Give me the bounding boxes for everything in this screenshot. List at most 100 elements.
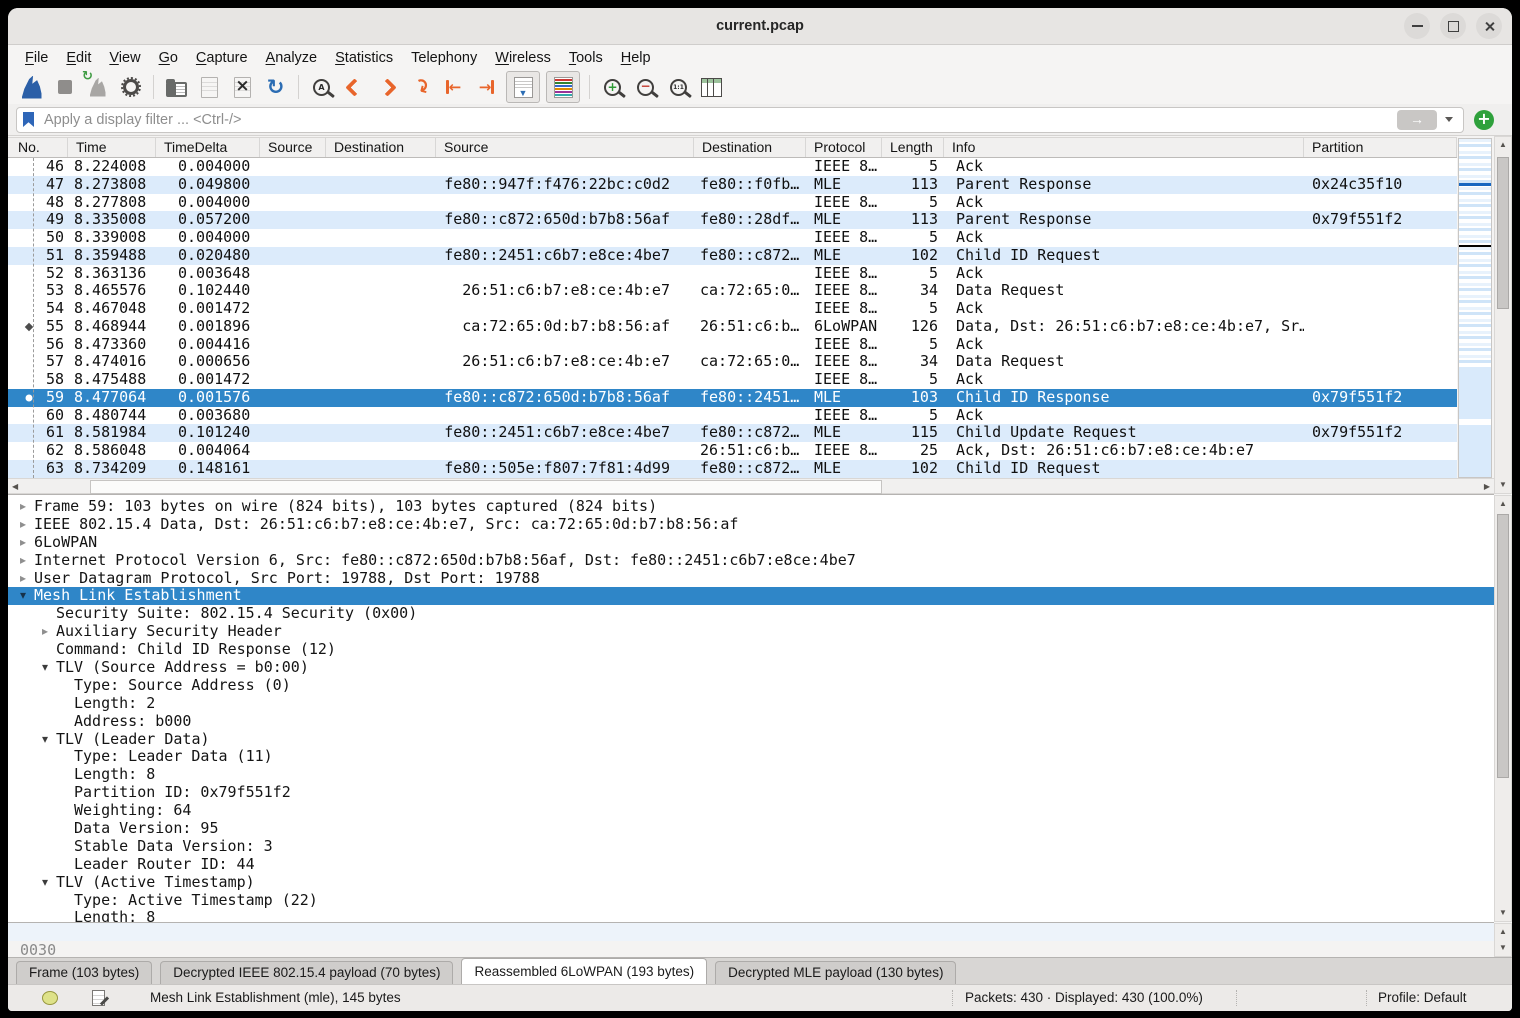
packet-list-hscrollbar[interactable]: ◀ ▶ [8, 478, 1494, 494]
packet-row-51[interactable]: 518.3594880.020480fe80::2451:c6b7:e8ce:4… [8, 247, 1457, 265]
menu-statistics[interactable]: Statistics [326, 48, 402, 68]
expand-icon[interactable]: ▸ [42, 623, 48, 641]
first-packet-icon[interactable]: ← [440, 73, 467, 101]
menu-tools[interactable]: Tools [560, 48, 612, 68]
detail-line[interactable]: Command: Child ID Response (12) [8, 641, 1494, 659]
bytes-tab-2[interactable]: Reassembled 6LoWPAN (193 bytes) [461, 958, 707, 984]
packet-row-63[interactable]: 638.7342090.148161fe80::505e:f807:7f81:4… [8, 460, 1457, 478]
collapse-icon[interactable]: ▾ [42, 874, 48, 892]
capture-comment-icon[interactable] [92, 990, 105, 1006]
detail-line[interactable]: Stable Data Version: 3 [8, 838, 1494, 856]
open-file-icon[interactable] [163, 73, 190, 101]
minimize-button[interactable] [1404, 13, 1430, 39]
previous-packet-icon[interactable] [341, 73, 368, 101]
stop-capture-icon[interactable] [51, 73, 78, 101]
packet-row-46[interactable]: 468.2240080.004000IEEE 8…5Ack [8, 158, 1457, 176]
collapse-icon[interactable]: ▾ [42, 659, 48, 677]
display-filter-field[interactable] [16, 107, 1464, 133]
packet-row-58[interactable]: 588.4754880.001472IEEE 8…5Ack [8, 371, 1457, 389]
bytes-scrollbar[interactable]: ▲ ▼ [1494, 923, 1512, 957]
column-header-0[interactable]: No. [8, 138, 68, 157]
menu-help[interactable]: Help [612, 48, 660, 68]
packet-list-scrollbar[interactable]: ▲ ▼ [1494, 136, 1512, 494]
display-filter-input[interactable] [42, 111, 1397, 129]
packet-row-47[interactable]: 478.2738080.049800fe80::947f:f476:22bc:c… [8, 176, 1457, 194]
column-header-7[interactable]: Protocol [806, 138, 882, 157]
restart-capture-icon[interactable] [84, 73, 111, 101]
column-header-3[interactable]: Source [260, 138, 326, 157]
expand-icon[interactable]: ▸ [20, 516, 26, 534]
hex-row[interactable]: 0030 00 15 0d 00 00 00 00 00 00 00 01 75… [8, 923, 1494, 941]
detail-line[interactable]: ▸Frame 59: 103 bytes on wire (824 bits),… [8, 498, 1494, 516]
detail-line[interactable]: Address: b000 [8, 713, 1494, 731]
packet-row-54[interactable]: 548.4670480.001472IEEE 8…5Ack [8, 300, 1457, 318]
scrollbar-thumb[interactable] [90, 480, 882, 494]
add-filter-button[interactable] [1474, 110, 1494, 130]
menu-analyze[interactable]: Analyze [257, 48, 327, 68]
column-header-2[interactable]: TimeDelta [156, 138, 260, 157]
detail-line[interactable]: ▾Mesh Link Establishment [8, 587, 1494, 605]
menu-capture[interactable]: Capture [187, 48, 257, 68]
expand-icon[interactable]: ▸ [20, 552, 26, 570]
detail-line[interactable]: Data Version: 95 [8, 820, 1494, 838]
detail-line[interactable]: ▾TLV (Active Timestamp) [8, 874, 1494, 892]
detail-line[interactable]: ▾TLV (Source Address = b0:00) [8, 659, 1494, 677]
menu-wireless[interactable]: Wireless [486, 48, 560, 68]
detail-line[interactable]: ▸Internet Protocol Version 6, Src: fe80:… [8, 552, 1494, 570]
detail-line[interactable]: Type: Active Timestamp (22) [8, 892, 1494, 910]
last-packet-icon[interactable]: → [473, 73, 500, 101]
detail-line[interactable]: Partition ID: 0x79f551f2 [8, 784, 1494, 802]
details-scrollbar[interactable]: ▲ ▼ [1494, 495, 1512, 922]
zoom-in-icon[interactable] [599, 73, 626, 101]
scroll-up-icon[interactable]: ▲ [1495, 139, 1511, 151]
menu-edit[interactable]: Edit [57, 48, 100, 68]
scroll-up-icon[interactable]: ▲ [1495, 926, 1511, 938]
scroll-down-icon[interactable]: ▼ [1495, 907, 1511, 919]
detail-line[interactable]: ▸IEEE 802.15.4 Data, Dst: 26:51:c6:b7:e8… [8, 516, 1494, 534]
collapse-icon[interactable]: ▾ [42, 731, 48, 749]
capture-options-icon[interactable] [117, 73, 144, 101]
reload-file-icon[interactable] [262, 73, 289, 101]
detail-line[interactable]: Type: Leader Data (11) [8, 748, 1494, 766]
packet-row-57[interactable]: 578.4740160.00065626:51:c6:b7:e8:ce:4b:e… [8, 353, 1457, 371]
detail-line[interactable]: Weighting: 64 [8, 802, 1494, 820]
close-button[interactable] [1476, 13, 1502, 39]
menu-go[interactable]: Go [150, 48, 187, 68]
zoom-original-icon[interactable] [665, 73, 692, 101]
packet-row-48[interactable]: 488.2778080.004000IEEE 8…5Ack [8, 194, 1457, 212]
bytes-tab-1[interactable]: Decrypted IEEE 802.15.4 payload (70 byte… [160, 961, 453, 984]
next-packet-icon[interactable] [374, 73, 401, 101]
maximize-button[interactable] [1440, 13, 1466, 39]
menu-file[interactable]: File [16, 48, 57, 68]
detail-line[interactable]: Type: Source Address (0) [8, 677, 1494, 695]
detail-line[interactable]: ▸6LoWPAN [8, 534, 1494, 552]
column-header-1[interactable]: Time [68, 138, 156, 157]
find-packet-icon[interactable] [308, 73, 335, 101]
collapse-icon[interactable]: ▾ [20, 587, 26, 605]
scroll-down-icon[interactable]: ▼ [1495, 942, 1511, 954]
detail-line[interactable]: Length: 2 [8, 695, 1494, 713]
filter-dropdown-caret[interactable] [1445, 117, 1453, 122]
go-to-packet-icon[interactable] [407, 73, 434, 101]
packet-row-52[interactable]: 528.3631360.003648IEEE 8…5Ack [8, 265, 1457, 283]
expand-icon[interactable]: ▸ [20, 534, 26, 552]
column-header-9[interactable]: Info [944, 138, 1304, 157]
packet-row-50[interactable]: 508.3390080.004000IEEE 8…5Ack [8, 229, 1457, 247]
column-header-5[interactable]: Source [436, 138, 694, 157]
packet-row-55[interactable]: 558.4689440.001896ca:72:65:0d:b7:b8:56:a… [8, 318, 1457, 336]
packet-row-49[interactable]: 498.3350080.057200fe80::c872:650d:b7b8:5… [8, 211, 1457, 229]
wireshark-start-capture-icon[interactable] [18, 73, 45, 101]
title-bar[interactable]: current.pcap [8, 8, 1512, 45]
auto-scroll-icon[interactable] [506, 71, 540, 103]
scroll-down-icon[interactable]: ▼ [1495, 479, 1511, 491]
colorize-packets-icon[interactable] [546, 71, 580, 103]
zoom-out-icon[interactable] [632, 73, 659, 101]
detail-line[interactable]: Length: 8 [8, 766, 1494, 784]
status-profile[interactable]: Profile: Default [1378, 990, 1467, 1005]
resize-columns-icon[interactable] [698, 73, 725, 101]
expert-info-icon[interactable] [42, 991, 58, 1005]
packet-row-60[interactable]: 608.4807440.003680IEEE 8…5Ack [8, 407, 1457, 425]
save-file-icon[interactable] [196, 73, 223, 101]
scrollbar-thumb[interactable] [1497, 157, 1509, 309]
bytes-tab-3[interactable]: Decrypted MLE payload (130 bytes) [715, 961, 956, 984]
